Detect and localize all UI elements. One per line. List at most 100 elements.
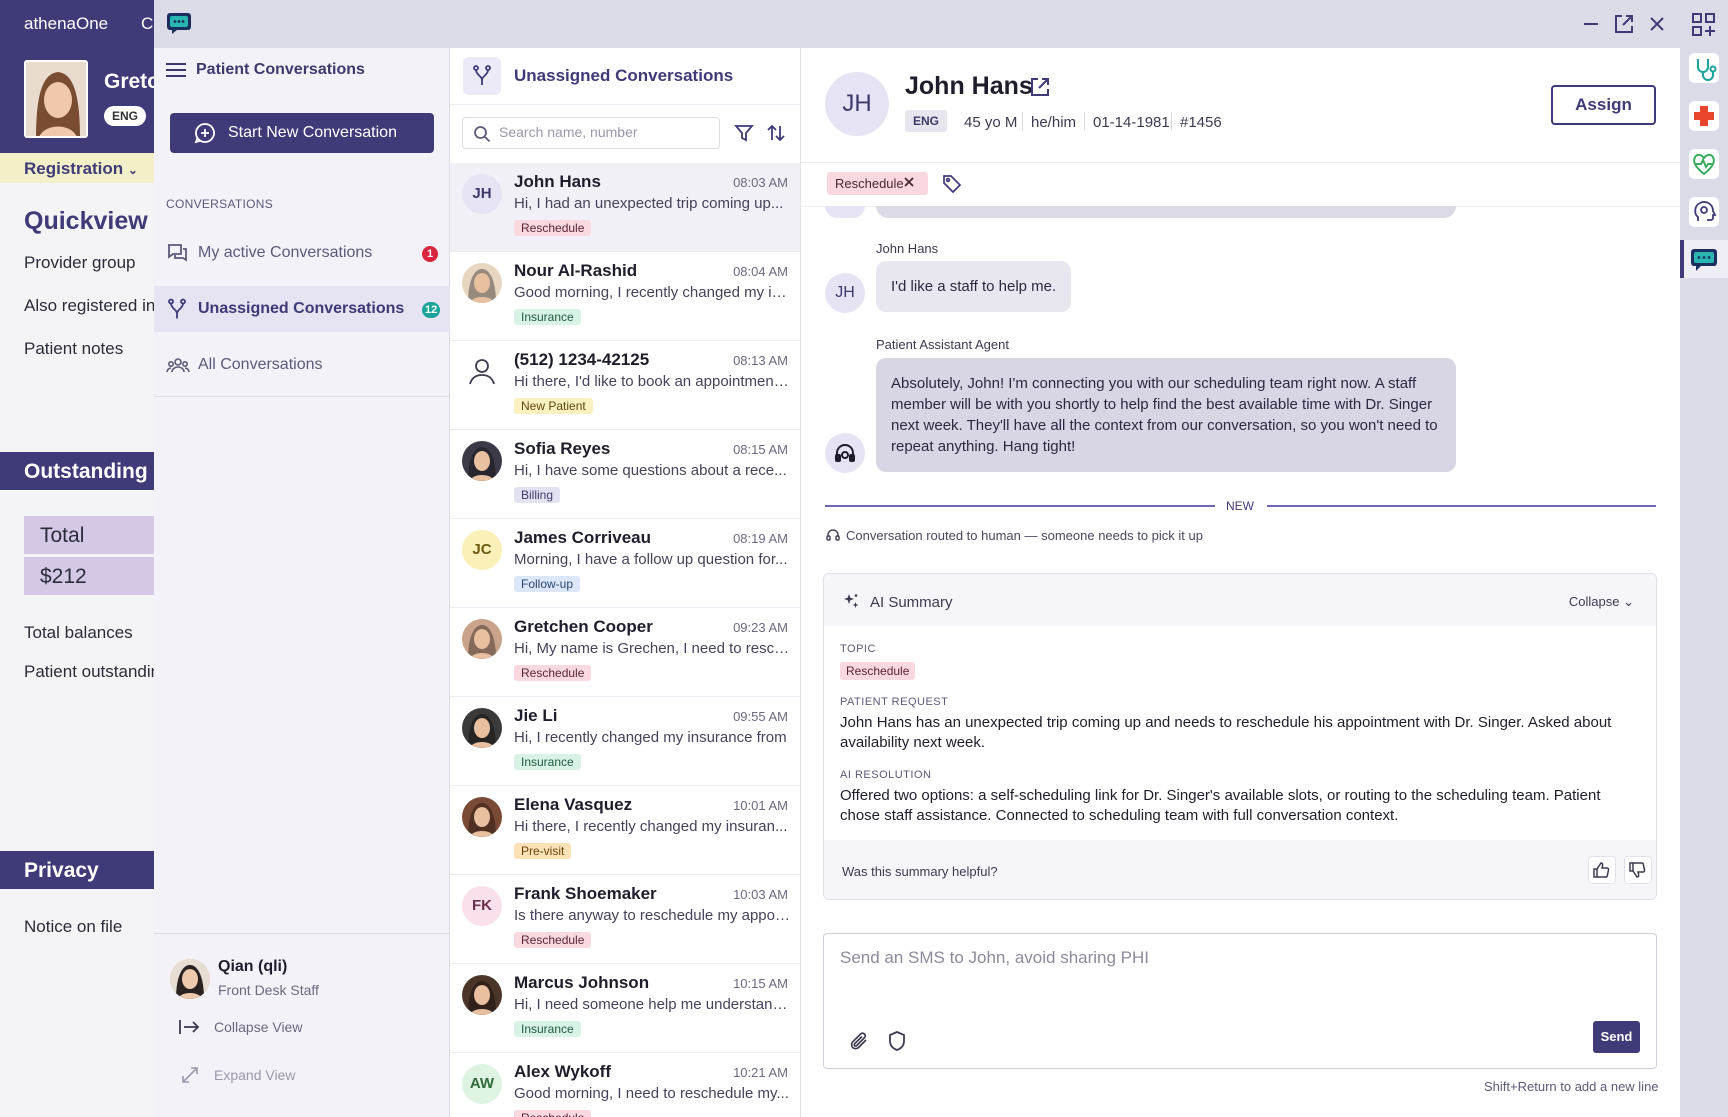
conversation-row[interactable]: JC James Corriveau 08:19 AM Morning, I have… [450, 519, 800, 608]
chat-rail-icon[interactable] [1689, 244, 1719, 274]
close-icon[interactable] [1645, 12, 1669, 36]
conversation-row[interactable]: Elena Vasquez 10:01 AM Hi there, I recentl… [450, 786, 800, 875]
nav-divider [154, 396, 450, 397]
patient-dob: 01-14-1981 [1093, 114, 1170, 131]
message-preview: Hi, I have some questions about a rece..… [514, 462, 787, 479]
conversation-row[interactable]: Jie Li 09:55 AM Hi, I recently changed my … [450, 697, 800, 786]
contact-name: (512) 1234-42125 [514, 350, 650, 369]
conversation-row[interactable]: AW Alex Wykoff 10:21 AM Good morning, I nee… [450, 1053, 800, 1117]
contact-photo [462, 263, 502, 303]
message-time: 10:01 AM [733, 798, 788, 813]
expand-arrows-icon [180, 1065, 200, 1085]
fork-icon [463, 57, 501, 95]
contact-name: Jie Li [514, 706, 558, 725]
conversation-tag: Insurance [514, 754, 581, 770]
stethoscope-icon[interactable] [1689, 53, 1719, 83]
paperclip-icon[interactable] [848, 1030, 870, 1052]
registration-dropdown[interactable]: Registration ⌄ [0, 153, 160, 183]
heart-pulse-icon[interactable] [1689, 149, 1719, 179]
add-tag-icon[interactable] [942, 174, 962, 194]
provider-group-label: Provider group [24, 253, 136, 272]
thumbs-down-icon[interactable] [1624, 856, 1652, 884]
message-time: 09:55 AM [733, 709, 788, 724]
conversation-tag: Reschedule [514, 932, 592, 948]
new-divider-label: NEW [1226, 499, 1254, 513]
external-link-icon[interactable] [1029, 76, 1051, 98]
topic-label: TOPIC [840, 643, 876, 655]
send-button[interactable]: Send [1593, 1021, 1640, 1053]
contact-name: Gretchen Cooper [514, 617, 653, 636]
language-badge: ENG [104, 106, 147, 126]
message-time: 10:15 AM [733, 976, 788, 991]
athena-tab[interactable]: C [141, 14, 153, 34]
search-box[interactable] [462, 117, 720, 149]
conversation-row[interactable]: Sofia Reyes 08:15 AM Hi, I have some quest… [450, 430, 800, 519]
conversation-row[interactable]: FK Frank Shoemaker 10:03 AM Is there anyway… [450, 875, 800, 964]
language-badge: ENG [905, 110, 948, 132]
hamburger-menu-icon[interactable] [166, 62, 186, 78]
nav-item-unassigned[interactable]: Unassigned Conversations 12 [154, 286, 450, 332]
contact-avatar: FK [462, 886, 502, 926]
contact-photo [462, 708, 502, 748]
ai-summary-header: AI Summary Collapse ⌄ [824, 574, 1656, 626]
user-avatar[interactable] [170, 959, 210, 999]
collapse-summary-button[interactable]: Collapse ⌄ [1569, 594, 1634, 610]
contact-name: Nour Al-Rashid [514, 261, 638, 280]
nav-item-my-active[interactable]: My active Conversations 1 [154, 230, 450, 276]
patient-notes-label: Patient notes [24, 339, 124, 358]
sms-input[interactable] [840, 948, 1630, 1008]
contact-photo [462, 975, 502, 1015]
conversation-tag: New Patient [514, 398, 593, 414]
patient-mrn: #1456 [1180, 114, 1222, 131]
brain-head-icon[interactable] [1689, 197, 1719, 227]
remove-tag-icon[interactable] [902, 175, 916, 189]
contact-name: James Corriveau [514, 528, 652, 547]
sort-icon[interactable] [765, 122, 787, 144]
apps-grid-icon[interactable] [1691, 12, 1717, 38]
medical-cross-icon[interactable] [1689, 101, 1719, 131]
conversation-row[interactable]: Gretchen Cooper 09:23 AM Hi, My name is Gr… [450, 608, 800, 697]
user-role: Front Desk Staff [218, 982, 319, 998]
meta-separator [1171, 112, 1172, 130]
assign-button[interactable]: Assign [1551, 85, 1656, 125]
rail-active-indicator [1680, 240, 1684, 278]
nav-section-label: CONVERSATIONS [166, 197, 274, 211]
search-input[interactable] [499, 124, 709, 140]
fork-icon [166, 298, 188, 320]
message-preview: Good morning, I recently changed my in..… [514, 284, 790, 301]
notice-on-file-label: Notice on file [24, 917, 123, 936]
message-time: 10:21 AM [733, 1065, 788, 1080]
thumbs-up-icon[interactable] [1588, 856, 1616, 884]
detail-header-divider [801, 162, 1680, 163]
conversation-row[interactable]: Marcus Johnson 10:15 AM Hi, I need someone… [450, 964, 800, 1053]
start-new-conversation-button[interactable]: Start New Conversation [170, 113, 434, 153]
message-avatar: JH [825, 273, 865, 313]
patient-pronouns: he/him [1031, 114, 1077, 131]
contact-name: Elena Vasquez [514, 795, 633, 814]
popout-icon[interactable] [1612, 12, 1636, 36]
shield-icon[interactable] [886, 1030, 908, 1052]
conversation-tag: Pre-visit [514, 843, 572, 859]
quickview-heading: Quickview [24, 207, 148, 235]
message-preview: Hi there, I'd like to book an appointmen… [514, 373, 790, 390]
athena-patient-header: Gretc ENG [0, 47, 160, 153]
message-time: 08:03 AM [733, 175, 788, 190]
message-preview: Morning, I have a follow up question for… [514, 551, 788, 568]
previous-message-bubble [876, 206, 1456, 218]
conversation-row[interactable]: JH John Hans 08:03 AM Hi, I had an unexpect… [450, 163, 800, 252]
message-preview: Hi, My name is Grechen, I need to resch.… [514, 640, 790, 657]
minimize-icon[interactable] [1579, 12, 1603, 36]
contact-name: John Hans [514, 172, 601, 191]
patient-request-text: John Hans has an unexpected trip coming … [840, 714, 1612, 751]
nav-item-label: Unassigned Conversations [198, 300, 405, 317]
contact-name: Alex Wykoff [514, 1062, 611, 1081]
nav-item-label: All Conversations [198, 356, 323, 373]
nav-item-all[interactable]: All Conversations [154, 342, 450, 388]
new-divider-line [1267, 505, 1656, 507]
filter-icon[interactable] [733, 122, 755, 144]
conversation-tag: Follow-up [514, 576, 581, 592]
conversation-row[interactable]: Nour Al-Rashid 08:04 AM Good morning, I re… [450, 252, 800, 341]
conversation-row[interactable]: (512) 1234-42125 08:13 AM Hi there, I'd li… [450, 341, 800, 430]
nav-title: Patient Conversations [196, 61, 365, 78]
meta-separator [1084, 112, 1085, 130]
